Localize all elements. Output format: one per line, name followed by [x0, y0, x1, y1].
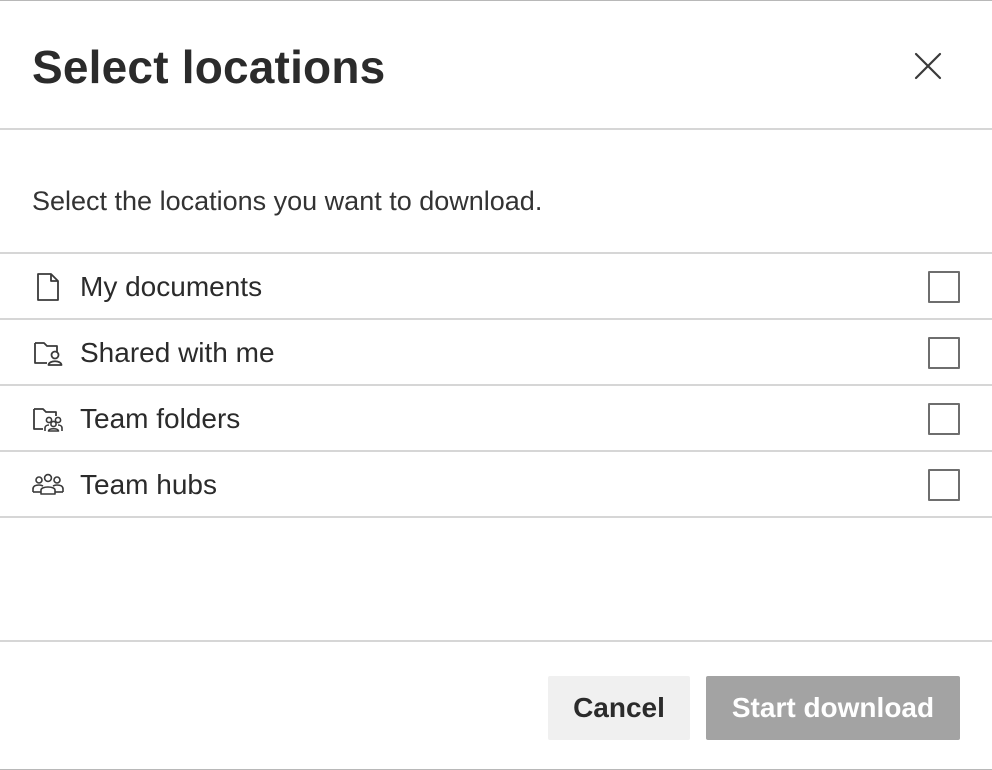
dialog-footer: Cancel Start download [0, 640, 992, 770]
location-row-my-documents[interactable]: My documents [0, 254, 992, 320]
location-row-team-hubs[interactable]: Team hubs [0, 452, 992, 518]
shared-folder-icon [32, 337, 64, 369]
document-icon [32, 271, 64, 303]
checkbox-team-hubs[interactable] [928, 469, 960, 501]
location-label: My documents [80, 271, 263, 302]
location-row-team-folders[interactable]: Team folders [0, 386, 992, 452]
location-label: Team hubs [80, 469, 217, 500]
start-download-button[interactable]: Start download [706, 676, 960, 740]
locations-list: My documents Shared with me Team folders… [0, 252, 992, 518]
location-label: Team folders [80, 403, 241, 434]
select-locations-dialog: Select locations Select the locations yo… [0, 0, 992, 770]
team-folder-icon [32, 403, 64, 435]
cancel-button[interactable]: Cancel [548, 676, 690, 740]
team-hubs-icon [32, 469, 64, 501]
dialog-description: Select the locations you want to downloa… [32, 186, 543, 216]
dialog-title: Select locations [32, 41, 386, 93]
checkbox-team-folders[interactable] [928, 403, 960, 435]
close-icon [914, 52, 942, 80]
location-label: Shared with me [80, 337, 275, 368]
location-row-shared-with-me[interactable]: Shared with me [0, 320, 992, 386]
close-button[interactable] [905, 43, 951, 89]
dialog-header: Select locations [0, 1, 992, 130]
checkbox-shared-with-me[interactable] [928, 337, 960, 369]
checkbox-my-documents[interactable] [928, 271, 960, 303]
